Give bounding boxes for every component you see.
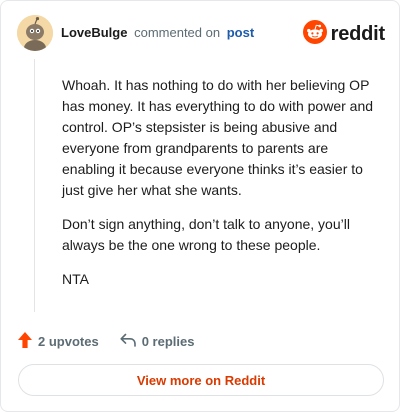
post-link[interactable]: post (227, 25, 254, 40)
upvote-count: 2 upvotes (38, 334, 99, 349)
comment-paragraph: NTA (62, 271, 89, 287)
thread-line (34, 59, 35, 312)
reddit-brand[interactable]: reddit (302, 20, 386, 49)
comment-paragraph: Don’t sign anything, don’t talk to anyon… (62, 216, 350, 253)
user-avatar-icon[interactable] (17, 15, 53, 51)
comment-header: LoveBulge commented on post (61, 25, 254, 40)
username-link[interactable]: LoveBulge (61, 25, 127, 40)
comment-paragraph: Whoah. It has nothing to do with her bel… (62, 77, 374, 198)
reddit-logo-icon (302, 20, 327, 49)
comment-body: Whoah. It has nothing to do with her bel… (62, 75, 378, 303)
embedded-comment-card: LoveBulge commented on post reddit Whoah… (0, 0, 400, 412)
upvote-button[interactable]: 2 upvotes (17, 331, 99, 352)
reply-arrow-icon (119, 332, 137, 351)
upvote-arrow-icon (17, 331, 33, 352)
replies-count: 0 replies (141, 334, 195, 349)
view-more-button[interactable]: View more on Reddit (18, 364, 384, 396)
comment-actions: 2 upvotes 0 replies (17, 331, 214, 352)
replies-button[interactable]: 0 replies (119, 332, 195, 351)
reddit-wordmark: reddit (330, 23, 386, 45)
commented-on-text: commented on (134, 25, 221, 40)
